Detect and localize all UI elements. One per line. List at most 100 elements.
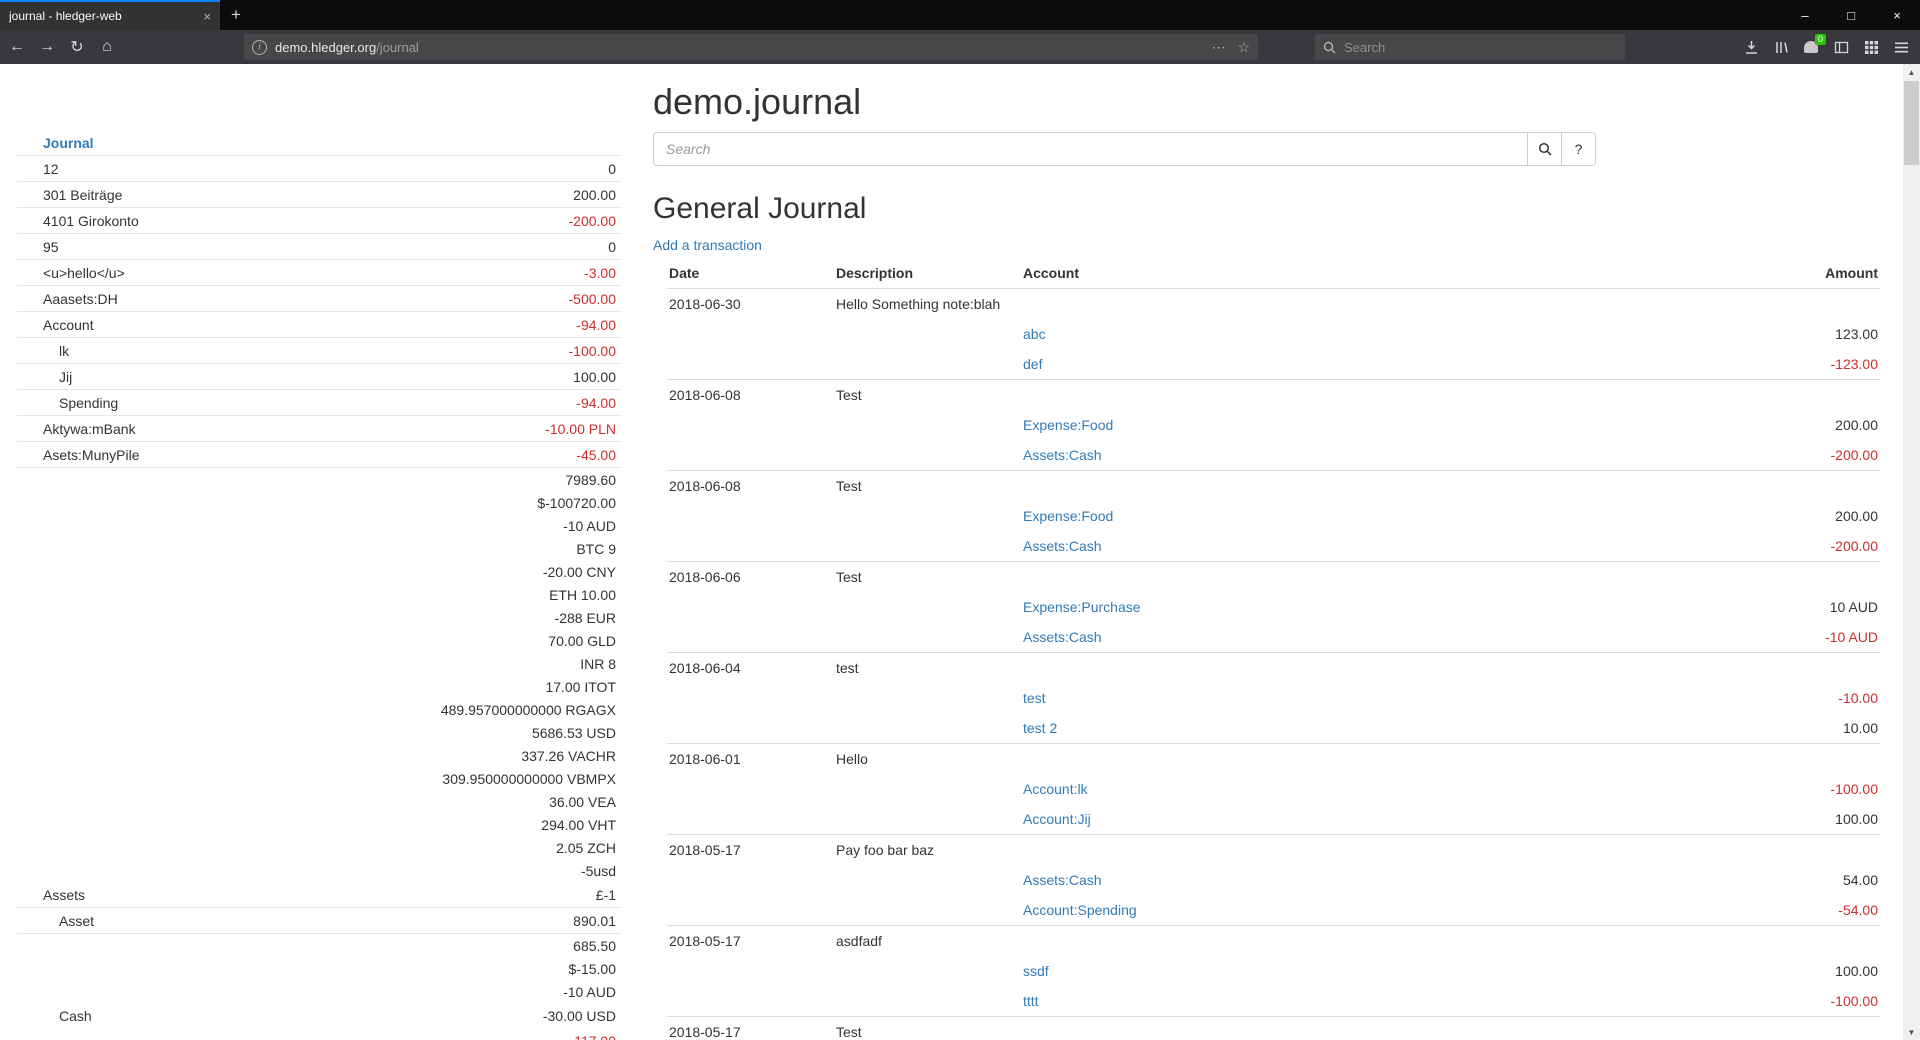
journal-search-button[interactable] <box>1528 132 1562 166</box>
sidebar-account-link[interactable]: Aaasets:DH <box>17 291 569 307</box>
window-controls: – □ × <box>1782 0 1920 30</box>
home-icon[interactable]: ⌂ <box>92 33 122 61</box>
sidebar-account-row: Aaasets:DH-500.00 <box>17 286 622 312</box>
grid-icon[interactable] <box>1856 33 1886 61</box>
sidebar-account-link[interactable]: Account <box>17 317 576 333</box>
sidebar-account-row: 17.00 ITOT <box>17 675 622 698</box>
posting-account-link[interactable]: Assets:Cash <box>1023 872 1102 888</box>
sidebar-account-balance: -20.00 CNY <box>543 564 616 580</box>
posting-account-link[interactable]: abc <box>1023 326 1046 342</box>
sidebar-account-link[interactable]: Jij <box>17 369 573 385</box>
posting-account-cell: Assets:Cash <box>1021 531 1620 562</box>
search-help-button[interactable]: ? <box>1562 132 1596 166</box>
reload-icon[interactable]: ↻ <box>62 33 92 61</box>
scrollbar-up-icon[interactable]: ▲ <box>1903 64 1920 80</box>
posting-amount: -100.00 <box>1620 774 1880 804</box>
posting-account-link[interactable]: test <box>1023 690 1046 706</box>
scrollbar-down-icon[interactable]: ▼ <box>1903 1024 1920 1040</box>
posting-account-cell: abc <box>1021 319 1620 349</box>
sidebar-account-link[interactable]: Asets:MunyPile <box>17 447 576 463</box>
sidebar-account-balance: BTC 9 <box>576 541 616 557</box>
posting-account-cell: Assets:Cash <box>1021 865 1620 895</box>
maximize-button[interactable]: □ <box>1828 0 1874 30</box>
downloads-icon[interactable] <box>1736 33 1766 61</box>
posting-account-link[interactable]: Assets:Cash <box>1023 629 1102 645</box>
posting-row: Assets:Cash-10 AUD <box>667 622 1880 653</box>
add-transaction-link[interactable]: Add a transaction <box>653 237 762 253</box>
posting-row: ssdf100.00 <box>667 956 1880 986</box>
menu-icon[interactable] <box>1886 33 1916 61</box>
posting-account-link[interactable]: Assets:Cash <box>1023 447 1102 463</box>
transaction-account-spacer <box>1021 289 1620 320</box>
browser-tab[interactable]: journal - hledger-web × <box>0 0 220 30</box>
sidebar-account-row: 36.00 VEA <box>17 790 622 813</box>
content-scrollbar[interactable]: ▲ ▼ <box>1903 64 1920 1040</box>
column-header-amount: Amount <box>1620 258 1880 289</box>
sidebar-account-row: 337.26 VACHR <box>17 744 622 767</box>
posting-account-link[interactable]: Expense:Food <box>1023 508 1113 524</box>
bookmark-star-icon[interactable]: ☆ <box>1237 39 1250 56</box>
sidebar-journal-link[interactable]: Journal <box>17 135 94 151</box>
sidebar-account-row: -10 AUD <box>17 980 622 1003</box>
posting-account-link[interactable]: test 2 <box>1023 720 1057 736</box>
sidebar-toggle-icon[interactable] <box>1826 33 1856 61</box>
main-content: demo.journal ? General Journal Add a tra… <box>653 64 1880 1040</box>
transaction-description: test <box>834 653 1021 684</box>
posting-account-link[interactable]: def <box>1023 356 1042 372</box>
library-icon[interactable] <box>1766 33 1796 61</box>
posting-account-cell: Expense:Food <box>1021 410 1620 440</box>
posting-account-link[interactable]: Expense:Purchase <box>1023 599 1141 615</box>
transaction-account-spacer <box>1021 926 1620 957</box>
posting-account-link[interactable]: Assets:Cash <box>1023 538 1102 554</box>
transaction-description: Hello Something note:blah <box>834 289 1021 320</box>
posting-desc-spacer <box>834 319 1021 349</box>
sidebar-account-link[interactable]: 12 <box>17 161 608 177</box>
posting-account-link[interactable]: tttt <box>1023 993 1039 1009</box>
posting-account-link[interactable]: Account:Jij <box>1023 811 1091 827</box>
scrollbar-thumb[interactable] <box>1904 81 1919 165</box>
site-info-icon[interactable]: i <box>252 40 267 55</box>
transaction-row: 2018-05-17Test <box>667 1017 1880 1040</box>
sidebar-title-row: Journal <box>17 130 622 156</box>
back-icon[interactable]: ← <box>2 33 32 61</box>
posting-row: tttt-100.00 <box>667 986 1880 1017</box>
sidebar-account-link[interactable]: 301 Beiträge <box>17 187 573 203</box>
sidebar-account-link[interactable]: <u>hello</u> <box>17 265 584 281</box>
minimize-button[interactable]: – <box>1782 0 1828 30</box>
sidebar-account-link[interactable]: Cash <box>17 1008 543 1024</box>
posting-account-link[interactable]: Account:Spending <box>1023 902 1137 918</box>
url-bar[interactable]: i demo.hledger.org /journal ⋯ ☆ <box>244 34 1258 60</box>
posting-row: Assets:Cash-200.00 <box>667 440 1880 471</box>
sidebar-account-balance: -5usd <box>581 863 616 879</box>
sidebar-account-link[interactable]: Spending <box>17 395 576 411</box>
posting-account-link[interactable]: Expense:Food <box>1023 417 1113 433</box>
forward-icon[interactable]: → <box>32 33 62 61</box>
posting-account-cell: tttt <box>1021 986 1620 1017</box>
sidebar-account-balance: -117.00 <box>570 1033 616 1040</box>
extension-icon[interactable]: 0 <box>1796 33 1826 61</box>
transaction-account-spacer <box>1021 562 1620 593</box>
sidebar-account-link[interactable]: 95 <box>17 239 608 255</box>
sidebar-account-link[interactable]: Assets <box>17 887 596 903</box>
close-button[interactable]: × <box>1874 0 1920 30</box>
page-actions-icon[interactable]: ⋯ <box>1211 39 1225 56</box>
tab-close-icon[interactable]: × <box>203 9 211 24</box>
browser-window: journal - hledger-web × + – □ × ← → ↻ ⌂ … <box>0 0 1920 1040</box>
sidebar-account-balance: -45.00 <box>576 447 616 463</box>
sidebar-account-link[interactable]: Asset <box>17 913 573 929</box>
posting-date-spacer <box>667 895 834 926</box>
new-tab-button[interactable]: + <box>220 0 252 30</box>
posting-account-link[interactable]: ssdf <box>1023 963 1049 979</box>
sidebar-account-link[interactable]: lk <box>17 343 569 359</box>
transaction-amount-spacer <box>1620 562 1880 593</box>
browser-search-field[interactable]: Search <box>1315 34 1625 60</box>
transaction-description: Hello <box>834 744 1021 775</box>
sidebar-account-link[interactable]: 4101 Girokonto <box>17 213 569 229</box>
posting-date-spacer <box>667 319 834 349</box>
sidebar-account-balance: -10 AUD <box>563 984 616 1000</box>
transaction-account-spacer <box>1021 653 1620 684</box>
tab-title: journal - hledger-web <box>9 9 195 23</box>
posting-account-link[interactable]: Account:lk <box>1023 781 1088 797</box>
sidebar-account-link[interactable]: Aktywa:mBank <box>17 421 545 437</box>
journal-search-input[interactable] <box>653 132 1528 166</box>
